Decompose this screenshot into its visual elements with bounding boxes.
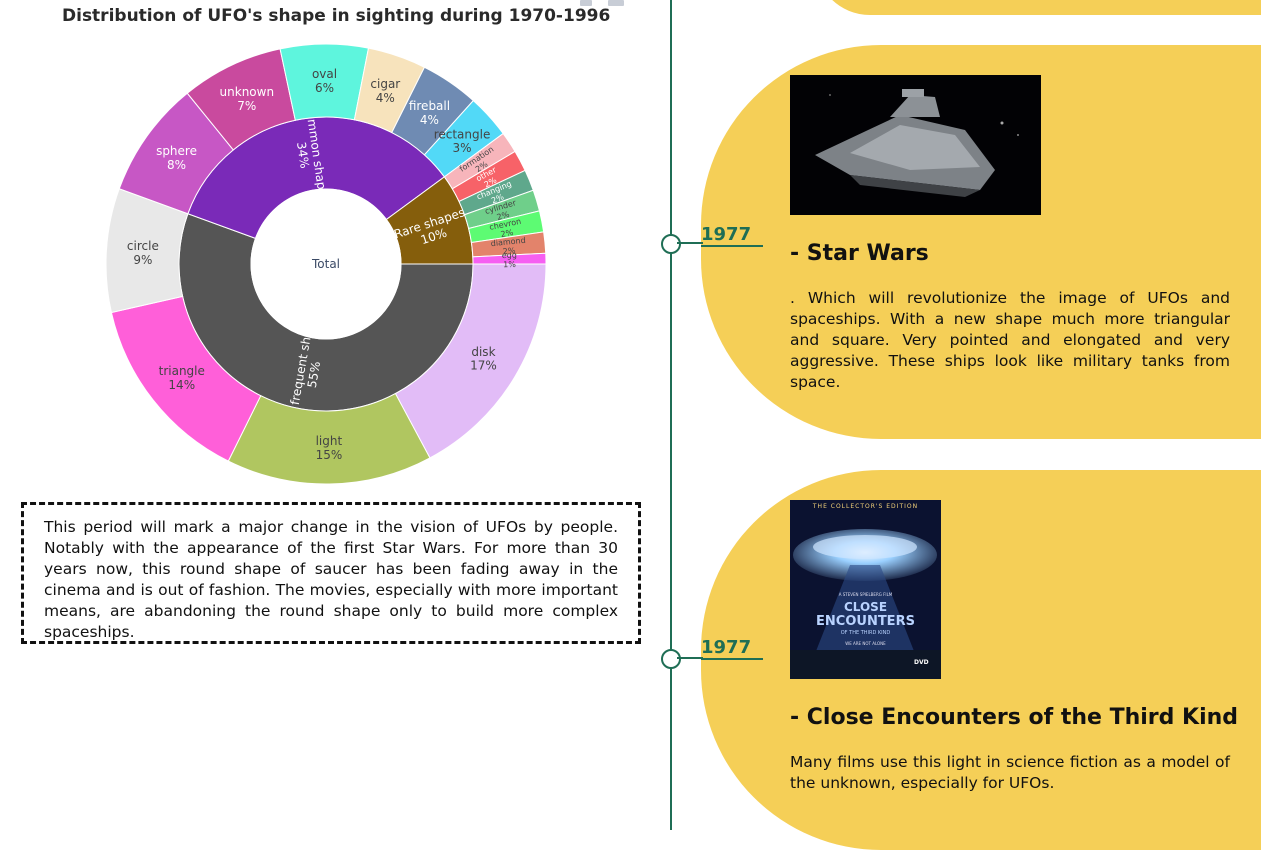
movie-title: - Close Encounters of the Third Kind bbox=[790, 705, 1239, 730]
timeline-dot[interactable] bbox=[661, 234, 681, 254]
timeline-connector bbox=[677, 242, 703, 244]
poster-credit: A STEVEN SPIELBERG FILM bbox=[838, 592, 893, 597]
sunburst-center-label: Total bbox=[311, 257, 340, 271]
timeline-year: 1977 bbox=[701, 225, 763, 247]
timeline-connector bbox=[677, 657, 703, 659]
movie-title: - Star Wars bbox=[790, 241, 929, 266]
timeline-card-previous bbox=[815, 0, 1261, 15]
sunburst-leaf-label: oval 6% bbox=[312, 67, 337, 95]
dvd-badge: DVD bbox=[914, 659, 929, 666]
poster-title-line3: OF THE THIRD KIND bbox=[840, 630, 891, 636]
timeline-dot[interactable] bbox=[661, 649, 681, 669]
note-text: This period will mark a major change in … bbox=[44, 518, 618, 641]
close-encounters-poster-image: THE COLLECTOR'S EDITION A STEVEN SPIELBE… bbox=[790, 500, 941, 679]
movie-description: Many films use this light in science fic… bbox=[790, 753, 1230, 792]
poster-title-line1: CLOSE bbox=[843, 600, 888, 614]
timeline-line bbox=[670, 0, 672, 830]
timeline-year: 1977 bbox=[701, 638, 763, 660]
sunburst-leaf-label: disk 17% bbox=[470, 345, 497, 373]
sunburst-chart: High frequent shapes55%disk 17%light 15%tr… bbox=[105, 43, 547, 485]
sunburst-leaf-label: light 15% bbox=[316, 434, 343, 462]
sunburst-leaf-label: egg1% bbox=[502, 251, 518, 270]
note-box: This period will mark a major change in … bbox=[21, 502, 641, 644]
star-destroyer-image bbox=[790, 75, 1041, 215]
poster-title-line2: ENCOUNTERS bbox=[816, 614, 915, 629]
poster-tagline: WE ARE NOT ALONE bbox=[845, 641, 886, 646]
movie-description: . Which will revolutionize the image of … bbox=[790, 289, 1230, 391]
poster-top-text: THE COLLECTOR'S EDITION bbox=[812, 503, 919, 510]
